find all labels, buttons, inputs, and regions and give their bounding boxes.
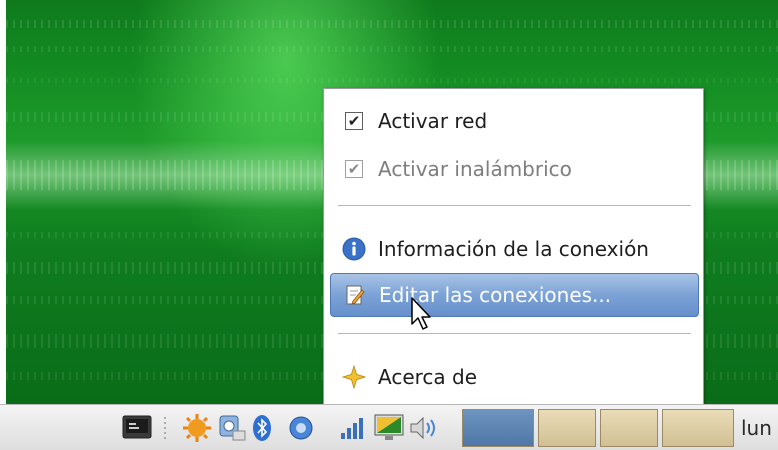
update-notifier-icon[interactable] — [180, 413, 214, 443]
info-icon — [342, 237, 366, 261]
menu-separator — [338, 205, 691, 206]
taskbar: lun — [0, 404, 778, 450]
menu-item-activar-red[interactable]: ✔ Activar red — [330, 99, 699, 143]
clock[interactable]: lun — [741, 416, 772, 440]
network-context-menu: ✔ Activar red ✔ Activar inalámbrico Info… — [323, 88, 704, 406]
menu-item-acerca-de[interactable]: Acerca de — [330, 355, 699, 399]
network-drive-icon[interactable] — [214, 413, 250, 443]
menu-item-label: Activar red — [378, 109, 488, 133]
pager-desktop-3[interactable] — [600, 409, 658, 447]
pager-desktop-4[interactable] — [662, 409, 734, 447]
menu-item-label: Información de la conexión — [378, 237, 649, 261]
menu-item-label: Acerca de — [378, 365, 478, 389]
checkbox-checked-icon: ✔ — [342, 157, 366, 181]
pager-desktop-1[interactable] — [462, 409, 534, 447]
pager-desktop-2[interactable] — [538, 409, 596, 447]
network-signal-icon[interactable] — [338, 413, 366, 443]
mouse-cursor-icon — [411, 297, 431, 330]
display-icon[interactable] — [372, 413, 408, 443]
bluetooth-icon[interactable] — [250, 413, 274, 443]
menu-item-label: Activar inalámbrico — [378, 157, 572, 181]
menu-item-editar-conexiones[interactable]: Editar las conexiones... — [330, 273, 699, 317]
menu-separator — [338, 333, 691, 334]
panel-grip[interactable] — [158, 413, 172, 443]
star-icon — [342, 365, 366, 389]
menu-item-activar-inalambrico: ✔ Activar inalámbrico — [330, 147, 699, 191]
terminal-icon[interactable] — [120, 413, 154, 443]
network-manager-icon[interactable] — [286, 413, 316, 443]
menu-item-informacion-conexion[interactable]: Información de la conexión — [330, 227, 699, 271]
edit-icon — [343, 283, 367, 307]
volume-icon[interactable] — [408, 413, 440, 443]
checkbox-checked-icon[interactable]: ✔ — [342, 109, 366, 133]
